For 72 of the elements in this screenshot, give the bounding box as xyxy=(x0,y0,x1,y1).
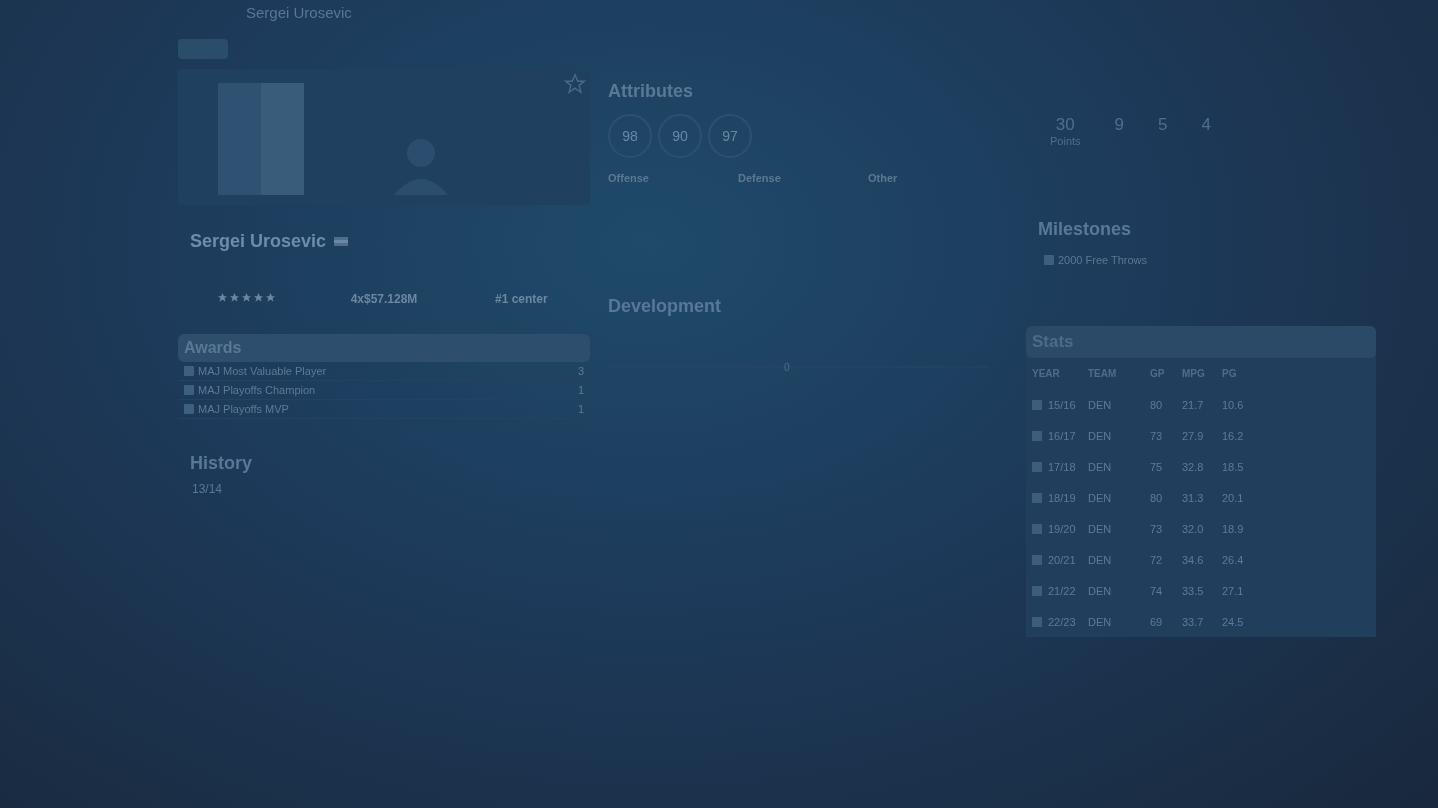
team-logo-icon xyxy=(1032,585,1042,596)
table-cell-text: DEN xyxy=(1088,615,1113,628)
table-cell-text: 34.6 xyxy=(1182,553,1205,566)
table-cell-text: DEN xyxy=(1088,429,1113,442)
table-cell: 20/21 xyxy=(1032,553,1088,566)
table-cell-text: DEN xyxy=(1088,522,1113,535)
table-cell-text: 24.5 xyxy=(1222,615,1245,628)
table-cell: 16/17 xyxy=(1032,429,1088,442)
award-name: MAJ Playoffs Champion xyxy=(198,384,317,396)
team-logo-icon xyxy=(1032,461,1042,472)
award-count: 1 xyxy=(577,384,584,396)
award-icon xyxy=(1044,255,1054,265)
table-cell-text: 33.7 xyxy=(1182,615,1205,628)
table-cell-text: 27.9 xyxy=(1182,429,1205,442)
player-name: Sergei Urosevic xyxy=(190,231,327,252)
team-logo-icon xyxy=(1032,554,1042,565)
development-title: Development xyxy=(608,296,723,317)
flag-icon xyxy=(334,237,349,246)
contract-value: 4x$57.128M xyxy=(349,292,419,306)
team-logo-icon xyxy=(1032,399,1042,410)
page-title: Sergei Urosevic xyxy=(245,4,353,21)
award-name: MAJ Most Valuable Player xyxy=(198,365,328,377)
team-logo-icon xyxy=(1032,616,1042,627)
table-cell-text: 74 xyxy=(1150,584,1164,597)
award-name: MAJ Playoffs MVP xyxy=(198,403,290,415)
table-cell-text: 18.5 xyxy=(1222,460,1245,473)
table-cell-text: DEN xyxy=(1088,460,1113,473)
table-cell-text: 75 xyxy=(1150,460,1164,473)
table-cell-text: 27.1 xyxy=(1222,584,1245,597)
team-logo-icon xyxy=(1032,492,1042,503)
table-cell-text: DEN xyxy=(1088,553,1113,566)
award-count: 1 xyxy=(577,403,584,415)
table-cell-text: 16.2 xyxy=(1222,429,1245,442)
table-cell-text: DEN xyxy=(1088,398,1113,411)
team-logo-icon xyxy=(1032,523,1042,534)
table-cell: 19/20 xyxy=(1032,522,1088,535)
table-cell-text: 31.3 xyxy=(1182,491,1205,504)
table-cell-text: DEN xyxy=(1088,491,1113,504)
table-cell-text: 20.1 xyxy=(1222,491,1245,504)
table-cell: 22/23 xyxy=(1032,615,1088,628)
table-cell-text: 33.5 xyxy=(1182,584,1205,597)
history-title: History xyxy=(190,453,253,474)
attribute-group-title: Offense xyxy=(608,172,650,184)
position-rank: #1 center xyxy=(493,292,549,306)
rating-circle: 98 xyxy=(608,114,652,158)
table-cell-text: 72 xyxy=(1150,553,1164,566)
table-cell-text: 32.8 xyxy=(1182,460,1205,473)
rating-circle: 90 xyxy=(658,114,702,158)
table-cell-text: 80 xyxy=(1150,398,1164,411)
rating-circle: 97 xyxy=(708,114,752,158)
table-cell: 15/16 xyxy=(1032,398,1088,411)
table-cell-text: 26.4 xyxy=(1222,553,1245,566)
award-count: 3 xyxy=(577,365,584,377)
table-cell-text: 10.6 xyxy=(1222,398,1245,411)
table-cell: 21/22 xyxy=(1032,584,1088,597)
table-cell-text: 80 xyxy=(1150,491,1164,504)
attribute-group-title: Other xyxy=(868,172,899,184)
attributes-title: Attributes xyxy=(608,81,694,102)
table-cell-text: 73 xyxy=(1150,522,1164,535)
table-cell: 18/19 xyxy=(1032,491,1088,504)
table-cell-text: 73 xyxy=(1150,429,1164,442)
season-label: 13/14 xyxy=(192,482,224,496)
team-logo-icon xyxy=(1032,430,1042,441)
table-cell-text: 32.0 xyxy=(1182,522,1205,535)
table-cell-text: 21.7 xyxy=(1182,398,1205,411)
milestones-title: Milestones xyxy=(1038,219,1133,240)
table-cell-text: DEN xyxy=(1088,584,1113,597)
attribute-group-title: Defense xyxy=(738,172,782,184)
favorite-star-icon[interactable] xyxy=(564,73,586,95)
table-cell: 17/18 xyxy=(1032,460,1088,473)
milestone-label: 2000 Free Throws xyxy=(1058,254,1148,266)
table-cell-text: 18.9 xyxy=(1222,522,1245,535)
